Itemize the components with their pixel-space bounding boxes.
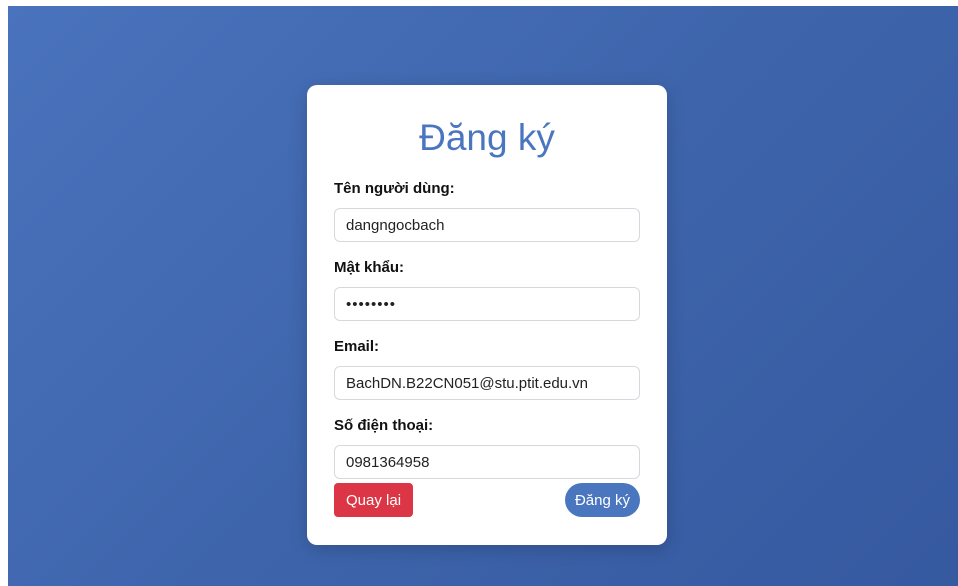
- phone-group: Số điện thoại:: [334, 417, 640, 479]
- form-actions: Quay lại Đăng ký: [334, 483, 640, 517]
- back-button[interactable]: Quay lại: [334, 483, 414, 517]
- register-card: Đăng ký Tên người dùng: Mật khẩu: Email:…: [307, 85, 667, 545]
- page-title: Đăng ký: [419, 117, 555, 158]
- password-group: Mật khẩu:: [334, 259, 640, 321]
- username-input[interactable]: [334, 208, 640, 242]
- phone-input[interactable]: [334, 445, 640, 479]
- password-input[interactable]: [334, 287, 640, 321]
- email-group: Email:: [334, 338, 640, 400]
- username-label: Tên người dùng:: [334, 180, 455, 197]
- username-group: Tên người dùng:: [334, 180, 640, 242]
- phone-label: Số điện thoại:: [334, 417, 434, 434]
- password-label: Mật khẩu:: [334, 259, 405, 276]
- register-button[interactable]: Đăng ký: [564, 483, 640, 517]
- email-label: Email:: [334, 338, 380, 355]
- page-background: Đăng ký Tên người dùng: Mật khẩu: Email:…: [8, 6, 958, 586]
- email-input[interactable]: [334, 366, 640, 400]
